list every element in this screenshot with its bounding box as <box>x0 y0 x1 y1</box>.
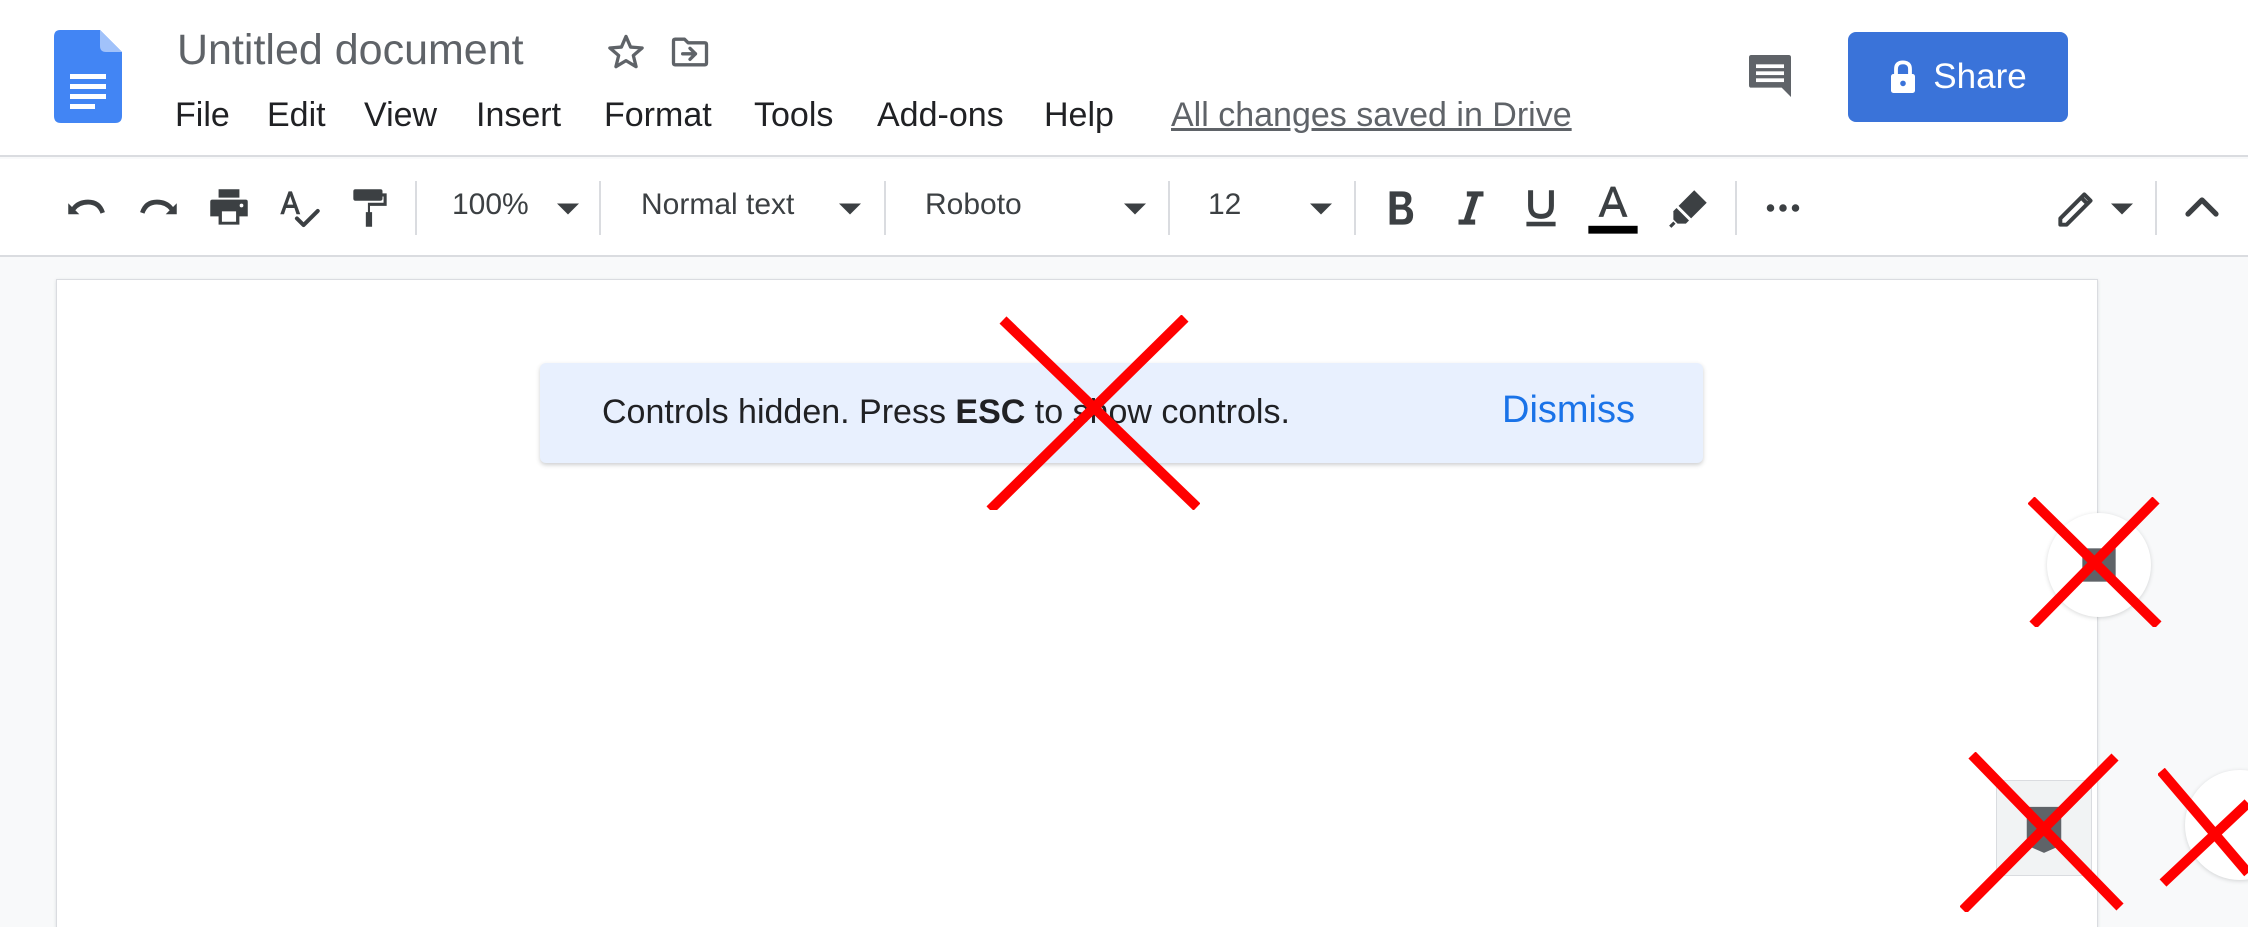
menu-insert[interactable]: Insert <box>476 96 561 135</box>
text-color-icon[interactable] <box>1586 181 1640 237</box>
comment-history-icon[interactable] <box>1742 48 1798 104</box>
toolbar-divider <box>2155 181 2157 235</box>
side-panel-button[interactable] <box>2047 513 2151 617</box>
document-title[interactable]: Untitled document <box>177 26 524 75</box>
paragraph-style-select[interactable]: Normal text <box>641 188 794 222</box>
print-icon[interactable] <box>204 183 254 233</box>
font-select[interactable]: Roboto <box>925 188 1022 222</box>
docs-header: Untitled document File Edit View Insert … <box>0 0 2248 157</box>
edge-floating-button[interactable] <box>2185 770 2248 880</box>
menu-help[interactable]: Help <box>1044 96 1114 135</box>
paint-format-icon[interactable] <box>345 183 395 233</box>
more-options-icon[interactable] <box>1758 183 1808 233</box>
toolbar-divider <box>599 181 601 235</box>
chevron-down-icon[interactable] <box>1124 203 1146 215</box>
menu-view[interactable]: View <box>364 96 437 135</box>
highlight-color-icon[interactable] <box>1664 183 1714 233</box>
chevron-down-icon[interactable] <box>557 203 579 215</box>
toolbar-divider <box>884 181 886 235</box>
spellcheck-icon[interactable] <box>274 183 324 233</box>
lock-icon <box>1891 60 1916 93</box>
toolbar-divider <box>1168 181 1170 235</box>
font-size-select[interactable]: 12 <box>1208 188 1241 222</box>
chevron-down-icon[interactable] <box>1310 203 1332 215</box>
chevron-down-icon[interactable] <box>839 203 861 215</box>
menu-add-ons[interactable]: Add-ons <box>877 96 1004 135</box>
share-button[interactable]: Share <box>1848 32 2068 122</box>
controls-hidden-notice: Controls hidden. Press ESC to show contr… <box>540 363 1703 463</box>
menu-file[interactable]: File <box>175 96 230 135</box>
explore-icon <box>2082 548 2116 582</box>
menu-format[interactable]: Format <box>604 96 712 135</box>
bold-icon[interactable] <box>1375 183 1425 233</box>
menu-edit[interactable]: Edit <box>267 96 326 135</box>
google-docs-logo-icon[interactable] <box>54 30 122 123</box>
collapse-menus-chevron-up-icon[interactable] <box>2178 184 2226 232</box>
share-label: Share <box>1933 57 2027 96</box>
redo-icon[interactable] <box>133 183 183 233</box>
star-icon[interactable] <box>604 30 648 74</box>
toolbar-divider <box>1354 181 1356 235</box>
toolbar-divider <box>415 181 417 235</box>
dismiss-button[interactable]: Dismiss <box>1502 389 1635 432</box>
move-to-folder-icon[interactable] <box>667 30 713 74</box>
notice-text: to show controls. <box>1025 393 1290 431</box>
zoom-select[interactable]: 100% <box>452 188 529 222</box>
notice-text: Controls hidden. Press <box>602 393 956 431</box>
toolbar-divider <box>1735 181 1737 235</box>
menu-tools[interactable]: Tools <box>754 96 833 135</box>
underline-icon[interactable] <box>1516 183 1566 233</box>
save-status-link[interactable]: All changes saved in Drive <box>1171 96 1572 135</box>
italic-icon[interactable] <box>1446 183 1496 233</box>
editing-mode-pencil-icon[interactable] <box>2052 183 2102 233</box>
explore-button[interactable] <box>1996 780 2092 876</box>
chevron-down-icon[interactable] <box>2111 203 2133 215</box>
notice-key: ESC <box>955 393 1026 431</box>
formatting-toolbar: 100% Normal text Roboto 12 <box>0 159 2248 257</box>
notice-message: Controls hidden. Press ESC to show contr… <box>602 393 1290 432</box>
bookmark-icon <box>2026 806 2062 853</box>
undo-icon[interactable] <box>62 183 112 233</box>
